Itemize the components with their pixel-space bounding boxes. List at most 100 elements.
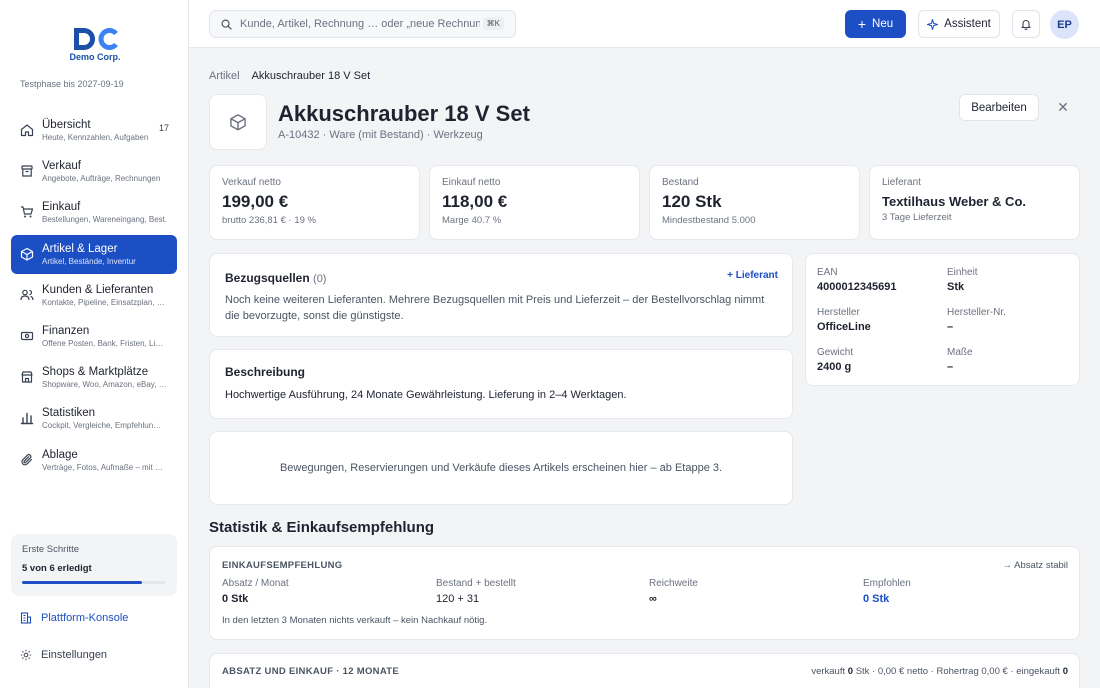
kpi-sub: Marge 40.7 % [442, 215, 502, 226]
reco-label: Bestand + bestellt [436, 578, 516, 589]
reco-sales-per-month: Absatz / Monat 0 Stk [222, 578, 289, 605]
kpi-value: Textilhaus Weber & Co. [882, 194, 1026, 209]
nav-label: Finanzen [42, 324, 90, 337]
reco-label: Empfohlen [863, 578, 911, 589]
kpi-sub: Mindestbestand 5.000 [662, 215, 756, 226]
notifications-button[interactable] [1012, 10, 1040, 38]
purchase-recommendation-card: EINKAUFSEMPFEHLUNG → Absatz stabil In de… [209, 546, 1080, 640]
reco-value: 120 + 31 [436, 593, 480, 605]
attr-dimensions: Maße – [947, 347, 973, 373]
nav-label: Einkauf [42, 201, 81, 214]
reco-stock-ordered: Bestand + bestellt 120 + 31 [436, 578, 516, 605]
kpi-sub: brutto 236,81 € · 19 % [222, 215, 317, 226]
sources-card: Bezugsquellen (0) + Lieferant Noch keine… [209, 253, 793, 337]
attr-label: Einheit [947, 267, 978, 278]
platform-console-link[interactable]: Plattform-Konsole [20, 612, 128, 624]
kpi-card-supplier[interactable]: Lieferant Textilhaus Weber & Co. 3 Tage … [869, 165, 1080, 240]
global-search[interactable]: ⌘K [209, 10, 516, 38]
new-label: Neu [872, 18, 894, 30]
reco-coverage: Reichweite ∞ [649, 578, 698, 605]
sources-body: Noch keine weiteren Lieferanten. Mehrere… [225, 294, 765, 322]
breadcrumb-parent[interactable]: Artikel [209, 70, 240, 82]
nav-item-artikel-lager[interactable]: Artikel & Lager Artikel, Bestände, Inven… [11, 234, 177, 274]
attr-weight: Gewicht 2400 g [817, 347, 853, 373]
attr-value: OfficeLine [817, 321, 871, 333]
description-card: Beschreibung Hochwertige Ausführung, 24 … [209, 349, 793, 419]
nav-sublabel: Angebote, Aufträge, Rechnungen [42, 174, 161, 184]
sales-summary-prefix: verkauft [811, 666, 846, 677]
attr-manufacturer: Hersteller OfficeLine [817, 307, 871, 333]
kpi-value: 120 Stk [662, 192, 722, 211]
nav-item-ablage[interactable]: Ablage Verträge, Fotos, Aufmaße – mit … [11, 441, 177, 480]
kpi-label: Verkauf netto [222, 177, 281, 188]
sidebar: Demo Corp. Testphase bis 2027-09-19 Über… [0, 0, 189, 688]
nav-sublabel: Bestellungen, Wareneingang, Best. [42, 215, 168, 225]
search-shortcut: ⌘K [482, 17, 504, 30]
kpi-sub: 3 Tage Lieferzeit [882, 212, 952, 223]
reco-value[interactable]: 0 Stk [863, 593, 911, 605]
attr-label: EAN [817, 267, 838, 278]
search-input[interactable] [240, 11, 480, 37]
assistant-button[interactable]: Assistent [918, 10, 1000, 38]
trial-info: Testphase bis 2027-09-19 [20, 79, 124, 89]
new-button[interactable]: + Neu [845, 10, 906, 38]
close-icon: ✕ [1057, 98, 1069, 115]
nav-item-kunden-lieferanten[interactable]: Kunden & Lieferanten Kontakte, Pipeline,… [11, 276, 177, 315]
kpi-value: 199,00 € [222, 192, 289, 211]
sales-summary: verkauft 0 Stk · 0,00 € netto · Rohertra… [811, 666, 1068, 677]
nav-label: Verkauf [42, 160, 81, 173]
kpi-value: 118,00 € [442, 192, 508, 211]
cash-icon [20, 331, 34, 341]
nav-label: Übersicht [42, 119, 91, 131]
nav-item-finanzen[interactable]: Finanzen Offene Posten, Bank, Fristen, L… [11, 317, 177, 356]
stats-heading: Statistik & Einkaufsempfehlung [209, 519, 435, 536]
page-title: Akkuschrauber 18 V Set [278, 101, 530, 126]
onboarding-steps[interactable]: Erste Schritte 5 von 6 erledigt [11, 534, 177, 596]
reco-label: Absatz / Monat [222, 578, 289, 589]
nav-badge: 17 [158, 123, 169, 133]
attr-value: – [947, 361, 954, 373]
kpi-card-stock: Bestand 120 Stk Mindestbestand 5.000 [649, 165, 860, 240]
bell-icon [1021, 20, 1031, 30]
steps-progress-fill [22, 581, 142, 584]
nav-label: Ablage [42, 448, 78, 461]
platform-console-label: Plattform-Konsole [41, 612, 129, 624]
settings-link[interactable]: Einstellungen [20, 649, 107, 661]
attr-value: Stk [947, 281, 965, 293]
main-nav: Übersicht Heute, Kennzahlen, Aufgaben 17… [11, 111, 177, 482]
reco-label: Reichweite [649, 578, 698, 589]
attr-value: 4000012345691 [817, 281, 897, 293]
nav-item-uebersicht[interactable]: Übersicht Heute, Kennzahlen, Aufgaben 17 [11, 111, 177, 150]
attr-manufacturer-no: Hersteller-Nr. – [947, 307, 1006, 333]
attributes-card: EAN 4000012345691 Einheit Stk Hersteller… [805, 253, 1080, 386]
nav-item-statistiken[interactable]: Statistiken Cockpit, Vergleiche, Empfehl… [11, 399, 177, 438]
nav-sublabel: Shopware, Woo, Amazon, eBay, … [42, 380, 167, 390]
kpi-label: Bestand [662, 177, 699, 188]
attr-label: Maße [947, 347, 973, 358]
steps-progress-label: 5 von 6 erledigt [22, 563, 92, 574]
reco-value: ∞ [649, 593, 657, 605]
bar-chart-icon [20, 413, 34, 425]
attr-label: Gewicht [817, 347, 854, 358]
add-supplier-link[interactable]: + Lieferant [727, 270, 778, 281]
sources-count: (0) [313, 273, 327, 285]
attr-unit: Einheit Stk [947, 267, 978, 293]
reco-caption: EINKAUFSEMPFEHLUNG [222, 560, 343, 571]
close-button[interactable]: ✕ [1054, 98, 1072, 116]
nav-item-verkauf[interactable]: Verkauf Angebote, Aufträge, Rechnungen [11, 152, 177, 191]
kpi-label: Lieferant [882, 177, 921, 188]
box-icon [230, 114, 246, 131]
edit-button[interactable]: Bearbeiten [959, 94, 1039, 121]
reco-value: 0 Stk [222, 593, 249, 605]
attr-ean: EAN 4000012345691 [817, 267, 897, 293]
user-avatar[interactable]: EP [1050, 10, 1079, 39]
attr-label: Hersteller [817, 307, 860, 318]
kpi-card-purchase-price: Einkauf netto 118,00 € Marge 40.7 % [429, 165, 640, 240]
sources-heading: Bezugsquellen (0) [225, 271, 777, 285]
nav-item-shops[interactable]: Shops & Marktplätze Shopware, Woo, Amazo… [11, 358, 177, 397]
nav-sublabel: Heute, Kennzahlen, Aufgaben [42, 133, 149, 142]
sales-summary-mid: Stk · 0,00 € netto · Rohertrag 0,00 € · … [855, 666, 1061, 677]
nav-sublabel: Verträge, Fotos, Aufmaße – mit … [42, 462, 163, 472]
description-body: Hochwertige Ausführung, 24 Monate Gewähr… [225, 389, 627, 401]
nav-item-einkauf[interactable]: Einkauf Bestellungen, Wareneingang, Best… [11, 193, 177, 232]
